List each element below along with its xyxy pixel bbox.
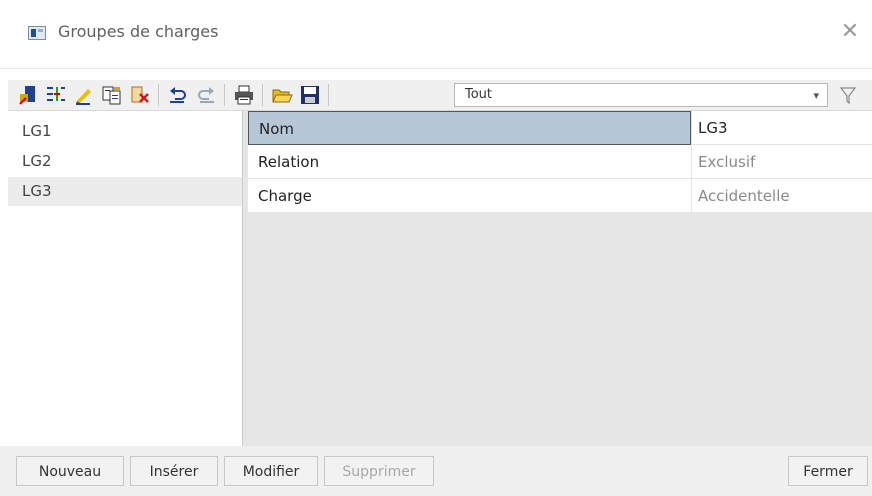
property-name-relation: Relation (248, 145, 691, 179)
open-folder-icon[interactable] (270, 83, 294, 107)
property-row: Nom LG3 (248, 111, 872, 145)
list-item-label: LG1 (22, 122, 52, 140)
button-bar: Nouveau Insérer Modifier Supprimer Ferme… (0, 446, 872, 496)
insert-rows-icon[interactable] (44, 83, 68, 107)
toolbar: Tout ▾ (8, 80, 872, 110)
save-icon[interactable] (298, 83, 322, 107)
list-item-selected[interactable]: LG3 (8, 177, 242, 206)
property-name-charge: Charge (248, 179, 691, 213)
load-groups-dialog: Groupes de charges ✕ Tout ▾ LG1 LG2 LG3 … (0, 0, 872, 496)
group-list: LG1 LG2 LG3 (8, 111, 243, 447)
window-icon (28, 26, 46, 40)
insert-button[interactable]: Insérer (130, 456, 218, 486)
toolbar-separator (262, 84, 263, 106)
list-item[interactable]: LG1 (8, 117, 242, 146)
property-row: Charge Accidentelle (248, 179, 872, 213)
filter-selected-value: Tout (465, 87, 493, 102)
delete-button: Supprimer (324, 456, 434, 486)
property-value-nom[interactable]: LG3 (691, 111, 872, 145)
filter-dropdown[interactable]: Tout ▾ (454, 83, 828, 107)
content-area: LG1 LG2 LG3 Nom LG3 Relation Exclusif Ch… (8, 110, 872, 447)
list-item-label: LG2 (22, 152, 52, 170)
property-name-nom: Nom (248, 111, 691, 145)
toolbar-separator (224, 84, 225, 106)
list-item[interactable]: LG2 (8, 147, 242, 176)
list-item-label: LG3 (22, 182, 52, 200)
chevron-down-icon: ▾ (813, 89, 819, 102)
copy-icon[interactable] (100, 83, 124, 107)
modify-button[interactable]: Modifier (224, 456, 318, 486)
new-group-icon[interactable] (16, 83, 40, 107)
property-value-charge[interactable]: Accidentelle (691, 179, 872, 213)
delete-icon[interactable] (128, 83, 152, 107)
property-row: Relation Exclusif (248, 145, 872, 179)
title-bar: Groupes de charges ✕ (0, 0, 872, 69)
undo-icon[interactable] (166, 83, 190, 107)
toolbar-separator (328, 84, 329, 106)
filter-funnel-icon[interactable] (838, 84, 858, 106)
print-icon[interactable] (232, 83, 256, 107)
toolbar-separator (158, 84, 159, 106)
edit-pencil-icon[interactable] (72, 83, 96, 107)
window-title: Groupes de charges (58, 22, 219, 41)
close-icon[interactable]: ✕ (836, 18, 864, 46)
property-grid: Nom LG3 Relation Exclusif Charge Acciden… (248, 111, 872, 213)
new-button[interactable]: Nouveau (16, 456, 124, 486)
close-button[interactable]: Fermer (788, 456, 868, 486)
redo-icon[interactable] (194, 83, 218, 107)
property-value-relation[interactable]: Exclusif (691, 145, 872, 179)
